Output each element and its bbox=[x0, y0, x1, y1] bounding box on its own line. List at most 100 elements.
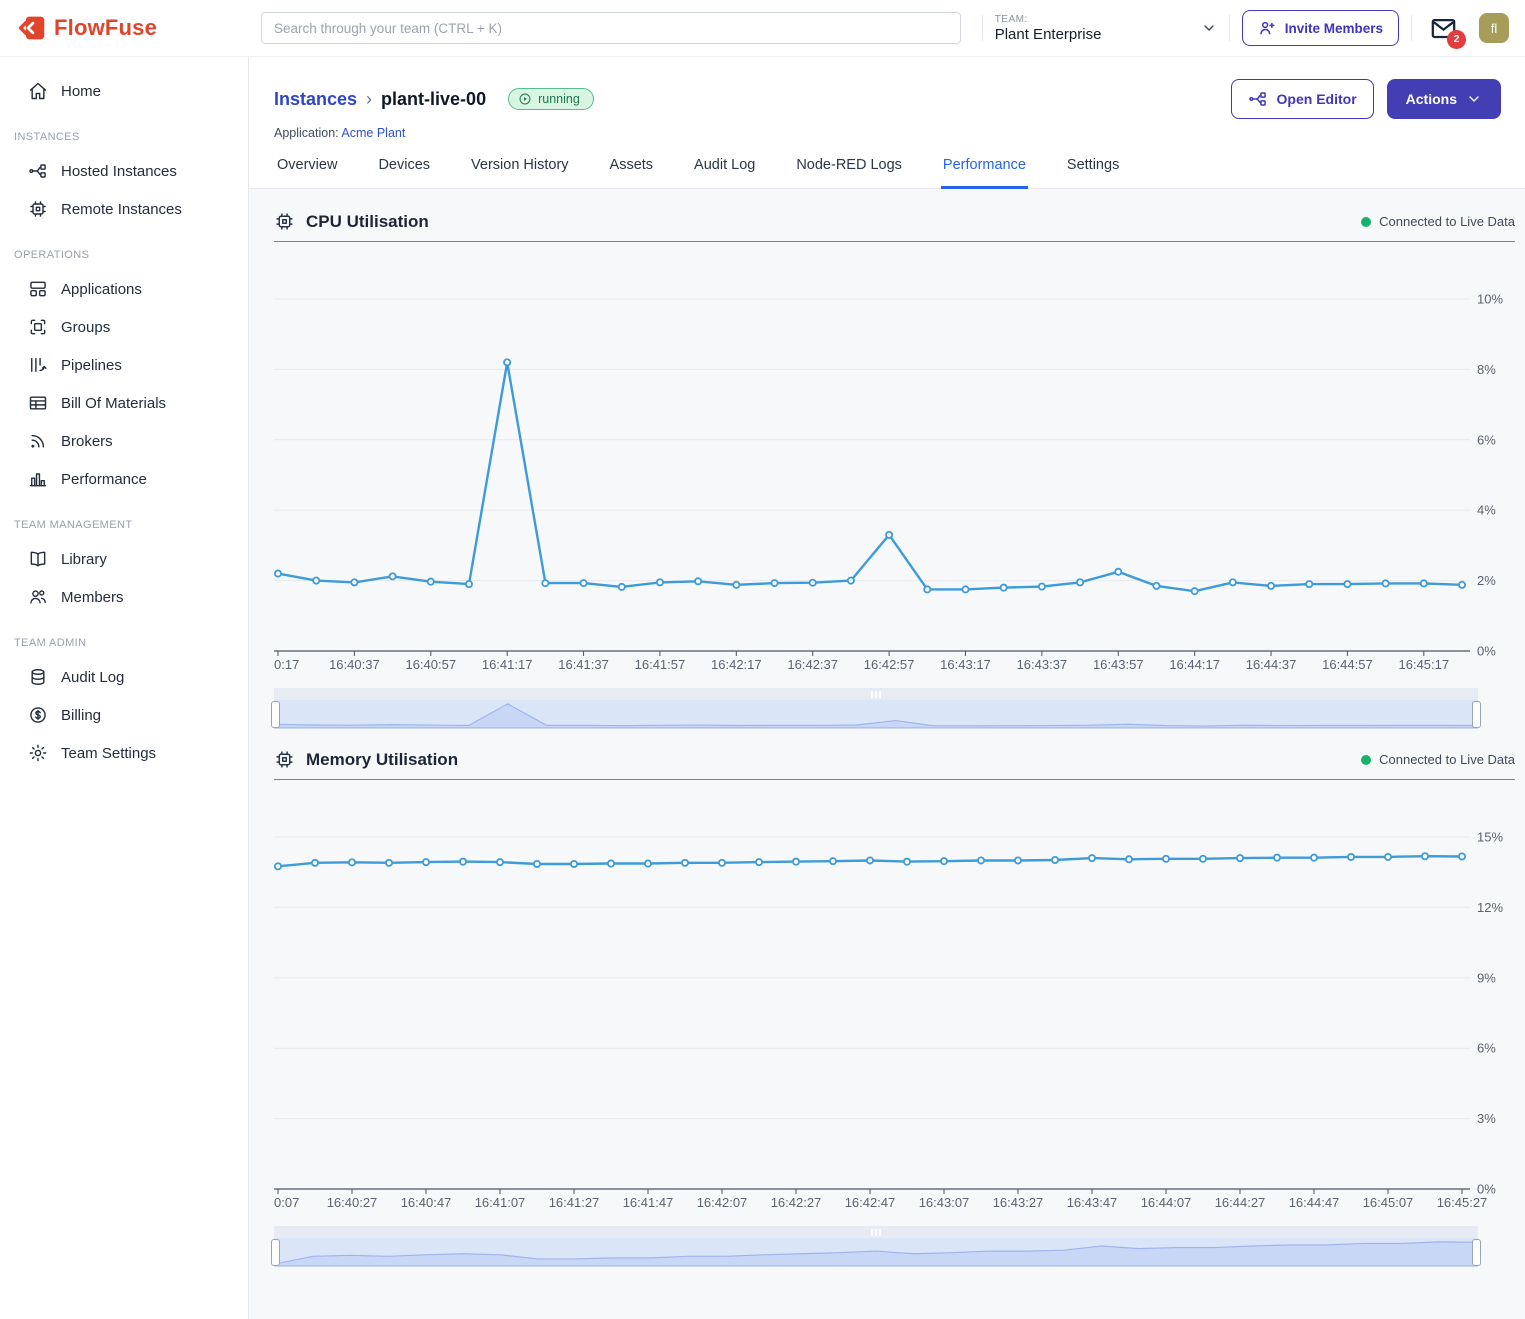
tab-assets[interactable]: Assets bbox=[608, 157, 656, 189]
application-label: Application: bbox=[274, 126, 339, 140]
flowfuse-logo[interactable]: FlowFuse bbox=[0, 14, 249, 42]
tab-node-red-logs[interactable]: Node-RED Logs bbox=[794, 157, 904, 189]
open-editor-label: Open Editor bbox=[1277, 91, 1357, 107]
sidebar-item-performance[interactable]: Performance bbox=[0, 461, 248, 497]
svg-text:0:07: 0:07 bbox=[274, 1195, 299, 1210]
sidebar-item-label: Library bbox=[61, 551, 107, 568]
pipelines-icon bbox=[28, 355, 48, 375]
breadcrumb-instances-link[interactable]: Instances bbox=[274, 89, 357, 110]
sidebar-item-audit-log[interactable]: Audit Log bbox=[0, 659, 248, 695]
broadcast-icon bbox=[28, 431, 48, 451]
cpu-range-handle-right[interactable] bbox=[1472, 701, 1481, 728]
search-input[interactable] bbox=[261, 12, 961, 44]
sidebar-item-home[interactable]: Home bbox=[0, 73, 248, 109]
invite-members-button[interactable]: Invite Members bbox=[1242, 10, 1399, 46]
sidebar-item-label: Applications bbox=[61, 281, 142, 298]
tab-bar: Overview Devices Version History Assets … bbox=[274, 157, 1501, 188]
team-selector[interactable]: TEAM: Plant Enterprise bbox=[995, 14, 1217, 43]
svg-text:0%: 0% bbox=[1477, 644, 1496, 659]
svg-text:6%: 6% bbox=[1477, 432, 1496, 447]
svg-text:16:41:17: 16:41:17 bbox=[482, 657, 533, 672]
team-name: Plant Enterprise bbox=[995, 26, 1102, 43]
sidebar-item-groups[interactable]: Groups bbox=[0, 309, 248, 345]
sidebar-item-bill-of-materials[interactable]: Bill Of Materials bbox=[0, 385, 248, 421]
sidebar-item-label: Performance bbox=[61, 471, 147, 488]
memory-range-slider-grip[interactable] bbox=[274, 1226, 1478, 1238]
sidebar-item-team-settings[interactable]: Team Settings bbox=[0, 735, 248, 771]
tab-overview[interactable]: Overview bbox=[275, 157, 339, 189]
svg-text:16:42:07: 16:42:07 bbox=[697, 1195, 748, 1210]
svg-text:10%: 10% bbox=[1477, 292, 1503, 307]
memory-live-status-label: Connected to Live Data bbox=[1379, 752, 1515, 767]
memory-range-handle-right[interactable] bbox=[1472, 1239, 1481, 1266]
tab-settings[interactable]: Settings bbox=[1065, 157, 1121, 189]
tab-version-history[interactable]: Version History bbox=[469, 157, 571, 189]
sidebar-item-billing[interactable]: Billing bbox=[0, 697, 248, 733]
cpu-range-handle-left[interactable] bbox=[271, 701, 280, 728]
svg-text:16:45:07: 16:45:07 bbox=[1363, 1195, 1414, 1210]
svg-text:16:42:37: 16:42:37 bbox=[787, 657, 838, 672]
sidebar-item-label: Groups bbox=[61, 319, 110, 336]
page-actions: Open Editor Actions bbox=[1231, 79, 1501, 119]
svg-text:15%: 15% bbox=[1477, 830, 1503, 845]
divider bbox=[1411, 15, 1412, 41]
svg-text:16:45:17: 16:45:17 bbox=[1399, 657, 1450, 672]
groups-icon bbox=[28, 317, 48, 337]
cpu-utilisation-panel: CPU Utilisation Connected to Live Data 0… bbox=[274, 201, 1515, 729]
svg-text:16:44:17: 16:44:17 bbox=[1169, 657, 1220, 672]
actions-button[interactable]: Actions bbox=[1387, 79, 1501, 119]
top-bar: FlowFuse TEAM: Plant Enterprise Invite M… bbox=[0, 0, 1525, 57]
tab-audit-log[interactable]: Audit Log bbox=[692, 157, 757, 189]
svg-text:16:43:17: 16:43:17 bbox=[940, 657, 991, 672]
sidebar-item-library[interactable]: Library bbox=[0, 541, 248, 577]
svg-text:16:41:57: 16:41:57 bbox=[635, 657, 686, 672]
svg-text:16:41:37: 16:41:37 bbox=[558, 657, 609, 672]
notifications-button[interactable]: 2 bbox=[1430, 15, 1457, 42]
cpu-range-slider-grip[interactable] bbox=[274, 688, 1478, 700]
svg-text:16:43:27: 16:43:27 bbox=[993, 1195, 1044, 1210]
svg-text:4%: 4% bbox=[1477, 503, 1496, 518]
svg-text:0:17: 0:17 bbox=[274, 657, 299, 672]
sidebar-item-pipelines[interactable]: Pipelines bbox=[0, 347, 248, 383]
memory-range-slider[interactable] bbox=[274, 1226, 1478, 1267]
tab-devices[interactable]: Devices bbox=[376, 157, 432, 189]
memory-live-status: Connected to Live Data bbox=[1361, 752, 1515, 767]
sidebar-item-remote-instances[interactable]: Remote Instances bbox=[0, 191, 248, 227]
actions-label: Actions bbox=[1406, 91, 1457, 107]
svg-text:16:44:47: 16:44:47 bbox=[1289, 1195, 1340, 1210]
sidebar-item-label: Team Settings bbox=[61, 745, 156, 762]
book-icon bbox=[28, 549, 48, 569]
cpu-range-slider[interactable] bbox=[274, 688, 1478, 729]
play-circle-icon bbox=[518, 92, 532, 106]
page-header: Instances › plant-live-00 running Open E… bbox=[249, 57, 1525, 189]
users-icon bbox=[28, 587, 48, 607]
sidebar-item-label: Audit Log bbox=[61, 669, 124, 686]
memory-chart-title: Memory Utilisation bbox=[306, 750, 458, 770]
user-plus-icon bbox=[1258, 19, 1276, 37]
sidebar-item-hosted-instances[interactable]: Hosted Instances bbox=[0, 153, 248, 189]
breadcrumb-separator: › bbox=[366, 89, 372, 110]
memory-range-handle-left[interactable] bbox=[271, 1239, 280, 1266]
live-dot-icon bbox=[1361, 217, 1371, 227]
svg-text:16:41:27: 16:41:27 bbox=[549, 1195, 600, 1210]
app-root: FlowFuse TEAM: Plant Enterprise Invite M… bbox=[0, 0, 1525, 1319]
panel-divider bbox=[274, 241, 1515, 242]
user-avatar[interactable]: fl bbox=[1479, 13, 1509, 43]
svg-text:16:43:47: 16:43:47 bbox=[1067, 1195, 1118, 1210]
memory-line-chart: 0%3%6%9%12%15%0:0716:40:2716:40:4716:41:… bbox=[274, 782, 1515, 1216]
sidebar-item-members[interactable]: Members bbox=[0, 579, 248, 615]
svg-text:16:44:07: 16:44:07 bbox=[1141, 1195, 1192, 1210]
sidebar-item-label: Bill Of Materials bbox=[61, 395, 166, 412]
sidebar-item-label: Remote Instances bbox=[61, 201, 182, 218]
svg-text:16:44:37: 16:44:37 bbox=[1246, 657, 1297, 672]
svg-text:16:45:27: 16:45:27 bbox=[1437, 1195, 1488, 1210]
svg-text:16:42:17: 16:42:17 bbox=[711, 657, 762, 672]
table-icon bbox=[28, 393, 48, 413]
sidebar-item-applications[interactable]: Applications bbox=[0, 271, 248, 307]
panel-divider bbox=[274, 779, 1515, 780]
open-editor-button[interactable]: Open Editor bbox=[1231, 79, 1374, 119]
sidebar-item-brokers[interactable]: Brokers bbox=[0, 423, 248, 459]
application-link[interactable]: Acme Plant bbox=[341, 126, 405, 140]
tab-performance[interactable]: Performance bbox=[941, 157, 1028, 189]
gear-icon bbox=[28, 743, 48, 763]
